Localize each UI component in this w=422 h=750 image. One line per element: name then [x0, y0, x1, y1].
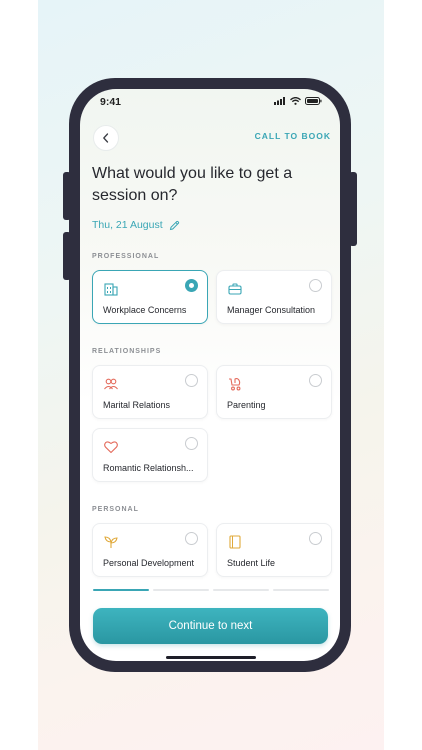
page-title: What would you like to get a session on? [92, 165, 293, 204]
sprout-icon [104, 536, 118, 548]
side-button-left-top [63, 172, 71, 220]
heart-icon [104, 441, 118, 454]
card-label: Workplace Concerns [103, 305, 187, 315]
card-label: Student Life [227, 558, 276, 568]
radio-selected[interactable] [185, 279, 198, 292]
card-label: Parenting [227, 400, 266, 410]
status-icons [274, 97, 322, 105]
progress-step-2 [153, 589, 209, 591]
call-to-book-link[interactable]: CALL TO BOOK [255, 131, 331, 141]
progress-step-1 [93, 589, 149, 591]
home-indicator[interactable] [166, 656, 256, 659]
book-icon [229, 535, 241, 549]
pencil-icon [169, 220, 179, 230]
option-card-manager-consultation[interactable]: Manager Consultation [216, 270, 332, 324]
option-card-workplace-concerns[interactable]: Workplace Concerns [92, 270, 208, 324]
option-card-parenting[interactable]: Parenting [216, 365, 332, 419]
chevron-left-icon [103, 133, 109, 143]
option-card-marital-relations[interactable]: Marital Relations [92, 365, 208, 419]
stroller-icon [229, 378, 241, 391]
card-label: Personal Development [103, 558, 195, 568]
progress-step-4 [273, 589, 329, 591]
battery-icon [305, 97, 322, 105]
section-label-personal: PERSONAL [92, 506, 139, 513]
section-label-professional: PROFESSIONAL [92, 253, 160, 260]
selected-date: Thu, 21 August [92, 219, 163, 231]
people-icon [104, 378, 118, 390]
radio-unselected[interactable] [309, 374, 322, 387]
radio-unselected[interactable] [185, 374, 198, 387]
radio-unselected[interactable] [185, 437, 198, 450]
radio-unselected[interactable] [309, 532, 322, 545]
option-card-personal-development[interactable]: Personal Development [92, 523, 208, 577]
option-card-romantic-relationships[interactable]: Romantic Relationsh... [92, 428, 208, 482]
app-screen: 9:41 CALL TO BOOK What would you like to… [80, 89, 340, 661]
section-label-relationships: RELATIONSHIPS [92, 348, 162, 355]
building-icon [104, 283, 118, 296]
wifi-icon [290, 97, 301, 105]
back-button[interactable] [93, 125, 119, 151]
side-button-right [349, 172, 357, 246]
status-bar: 9:41 [80, 89, 340, 115]
card-label: Manager Consultation [227, 305, 316, 315]
radio-unselected[interactable] [309, 279, 322, 292]
status-time: 9:41 [100, 96, 122, 108]
continue-button[interactable]: Continue to next [93, 608, 328, 644]
step-progress [93, 589, 329, 591]
side-button-left-bottom [63, 232, 71, 280]
card-label: Romantic Relationsh... [103, 463, 194, 473]
continue-button-label: Continue to next [168, 620, 253, 632]
radio-unselected[interactable] [185, 532, 198, 545]
signal-icon [274, 97, 285, 105]
card-label: Marital Relations [103, 400, 171, 410]
progress-step-3 [213, 589, 269, 591]
date-selector[interactable]: Thu, 21 August [92, 219, 180, 231]
option-card-student-life[interactable]: Student Life [216, 523, 332, 577]
briefcase-icon [228, 283, 242, 295]
